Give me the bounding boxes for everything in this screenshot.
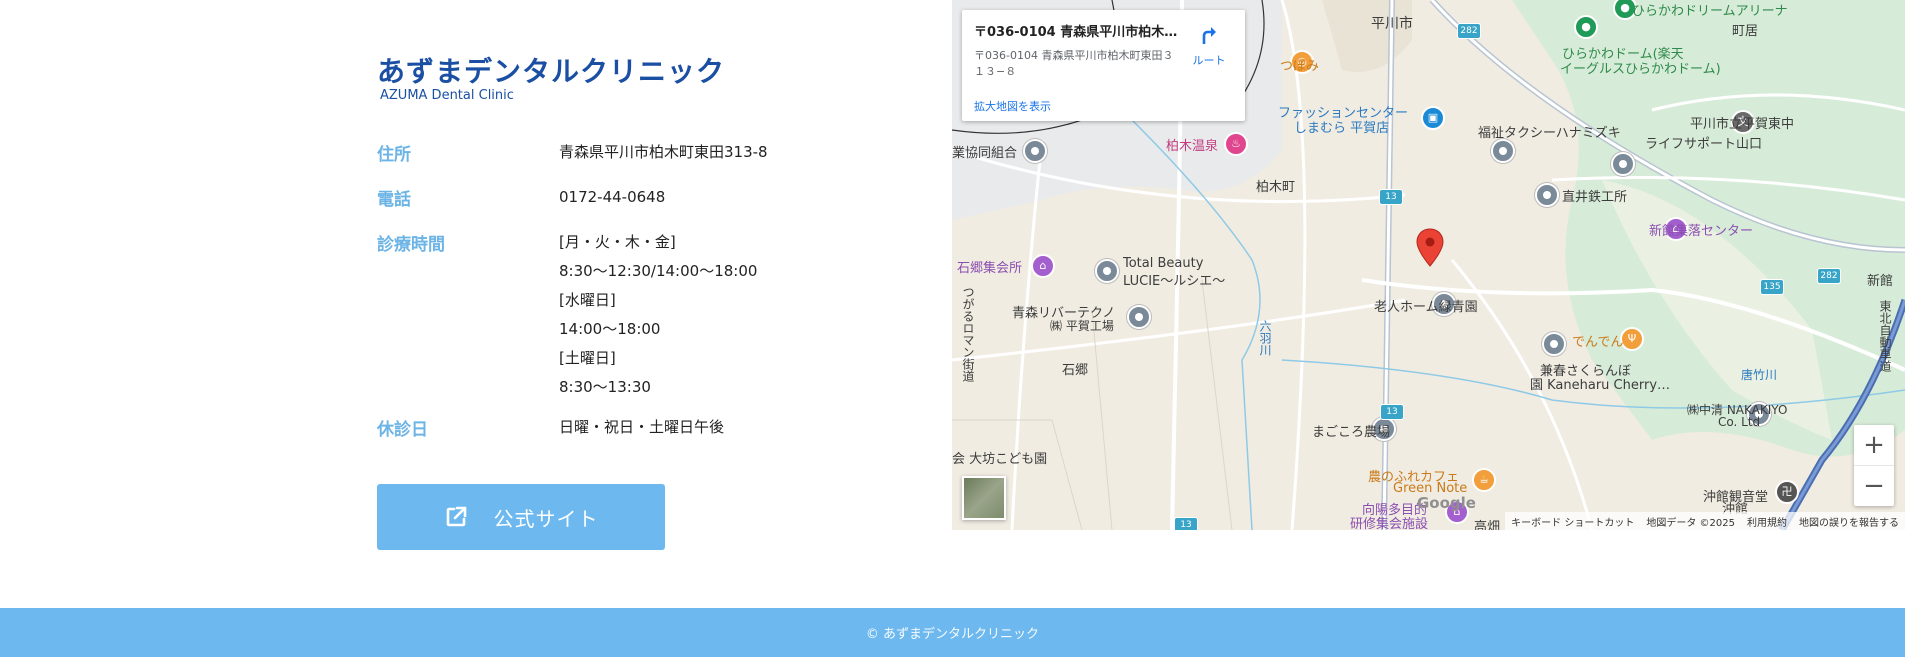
kaneharu-pin[interactable] bbox=[1542, 332, 1566, 356]
map-label: つがるロマン街道 bbox=[961, 286, 975, 382]
directions-button[interactable]: ルート bbox=[1184, 20, 1234, 70]
address-value: 青森県平川市柏木町東田313-8 bbox=[559, 143, 768, 161]
map-label: 東北自動車道 bbox=[1878, 300, 1892, 372]
place-address: 〒036-0104 青森県平川市柏木町東田３１３−８ bbox=[974, 49, 1174, 78]
hours-line: 8:30〜13:30 bbox=[559, 378, 651, 396]
aomori-river-pin[interactable] bbox=[1127, 305, 1151, 329]
hours-label: 診療時間 bbox=[377, 235, 445, 255]
official-site-label: 公式サイト bbox=[493, 506, 599, 531]
map-label: 石郷 bbox=[1062, 363, 1089, 378]
place-info-card: 〒036-0104 青森県平川市柏木町東田 〒036-0104 青森県平川市柏木… bbox=[962, 10, 1245, 121]
route-13-shield: 13 bbox=[1379, 189, 1403, 205]
map-label: 高畑 bbox=[1474, 520, 1501, 530]
map-label: まごころ農場 bbox=[1312, 425, 1391, 440]
official-site-button[interactable]: 公式サイト bbox=[377, 484, 665, 550]
google-logo: Google bbox=[1417, 494, 1476, 512]
closed-days-label: 休診日 bbox=[377, 420, 428, 440]
route-13-shield: 13 bbox=[1174, 517, 1198, 530]
keyboard-shortcuts-link[interactable]: キーボード ショートカット bbox=[1511, 514, 1634, 529]
ishigo-hall-pin[interactable]: ⌂ bbox=[1031, 254, 1055, 278]
kyodo-kumiai-pin[interactable] bbox=[1023, 139, 1047, 163]
hours-line: [月・火・木・金] bbox=[559, 233, 676, 251]
fukushi-taxi-pin[interactable] bbox=[1491, 139, 1515, 163]
map-label: ライフサポート山口 bbox=[1645, 137, 1763, 152]
phone-row: 電話 0172-44-0648 bbox=[377, 185, 797, 215]
total-beauty-pin[interactable] bbox=[1095, 259, 1119, 283]
shopping-bag-icon[interactable]: ▣ bbox=[1421, 106, 1445, 130]
address-row: 住所 青森県平川市柏木町東田313-8 bbox=[377, 140, 797, 170]
hours-value: [月・火・木・金] 8:30〜12:30/14:00〜18:00 [水曜日] 1… bbox=[559, 228, 757, 402]
directions-icon bbox=[1202, 27, 1216, 44]
map-label: LUCIE〜ルシエ〜 bbox=[1123, 274, 1226, 289]
route-135-shield: 135 bbox=[1760, 279, 1784, 295]
report-error-link[interactable]: 地図の誤りを報告する bbox=[1799, 514, 1899, 529]
logo-english-text: AZUMA Dental Clinic bbox=[380, 88, 514, 103]
map-label: 柏木町 bbox=[1256, 180, 1296, 195]
map-label: 新館 bbox=[1867, 274, 1894, 289]
closed-days-row: 休診日 日曜・祝日・土曜日午後 bbox=[377, 415, 797, 445]
restaurant-icon[interactable]: Ψ bbox=[1620, 327, 1644, 351]
map-label: Total Beauty bbox=[1123, 256, 1204, 271]
clinic-info-section: あずまデンタルクリニック AZUMA Dental Clinic 住所 青森県平… bbox=[0, 0, 952, 607]
naoi-tekko-pin[interactable] bbox=[1535, 183, 1559, 207]
hours-line: [土曜日] bbox=[559, 349, 616, 367]
map-label: 福祉タクシーハナミズキ bbox=[1478, 126, 1621, 141]
map-label: 平川市立平賀東中 bbox=[1690, 117, 1795, 132]
map-label: 町居 bbox=[1732, 24, 1759, 39]
satellite-toggle-button[interactable] bbox=[962, 476, 1006, 520]
temple-icon[interactable]: 卍 bbox=[1775, 480, 1799, 504]
hot-spring-icon[interactable]: ♨ bbox=[1224, 132, 1248, 156]
logo-japanese-text: あずまデンタルクリニック bbox=[377, 55, 726, 88]
zoom-controls: + − bbox=[1854, 425, 1894, 506]
map-label: ㈱ 平賀工場 bbox=[1050, 319, 1114, 333]
life-support-pin[interactable] bbox=[1611, 152, 1635, 176]
route-13-shield: 13 bbox=[1380, 404, 1404, 420]
page-footer: © あずまデンタルクリニック bbox=[0, 608, 1905, 657]
cafe-icon[interactable]: ☕ bbox=[1472, 468, 1496, 492]
dome-pin[interactable]: ● bbox=[1574, 15, 1598, 39]
clinic-logo[interactable]: あずまデンタルクリニック AZUMA Dental Clinic bbox=[377, 55, 726, 108]
terms-link[interactable]: 利用規約 bbox=[1747, 514, 1787, 529]
copyright-text: © あずまデンタルクリニック bbox=[865, 627, 1040, 642]
map-label: 研修集会施設 bbox=[1350, 517, 1429, 530]
map-label: 直井鉄工所 bbox=[1562, 190, 1628, 205]
enlarge-map-link[interactable]: 拡大地図を表示 bbox=[974, 98, 1051, 114]
map-label: 六羽川 bbox=[1258, 320, 1272, 356]
map-label: ひらかわドリームアリーナ bbox=[1632, 4, 1788, 19]
map-label: つぼみ bbox=[1280, 59, 1320, 74]
map-label: イーグルスひらかわドーム) bbox=[1560, 62, 1721, 77]
closed-days-value: 日曜・祝日・土曜日午後 bbox=[559, 418, 725, 436]
place-title: 〒036-0104 青森県平川市柏木町東田 bbox=[974, 25, 1179, 40]
map-label: 唐竹川 bbox=[1741, 368, 1778, 382]
map-label: 平川市 bbox=[1371, 16, 1413, 32]
map-label: 柏木温泉 bbox=[1166, 139, 1219, 154]
map-label: Co. Ltd bbox=[1718, 415, 1761, 429]
phone-value: 0172-44-0648 bbox=[559, 188, 666, 206]
map-label: 会 大坊こども園 bbox=[952, 452, 1048, 467]
map-label: 老人ホーム緑青園 bbox=[1374, 300, 1478, 315]
google-map[interactable]: ◎ ▣ ♨ ⌂ ⌂ 文 Ψ ☕ ⌂ 卍 ● ● 282 13 13 13 135… bbox=[952, 0, 1905, 530]
map-label: 業協同組合 bbox=[952, 146, 1018, 161]
zoom-out-button[interactable]: − bbox=[1854, 466, 1894, 506]
map-label: 石郷集会所 bbox=[957, 261, 1023, 276]
map-label: 園 Kaneharu Cherry… bbox=[1530, 378, 1671, 393]
map-attribution-bar: キーボード ショートカット 地図データ ©2025 利用規約 地図の誤りを報告す… bbox=[1505, 512, 1905, 530]
external-link-icon bbox=[446, 506, 466, 527]
zoom-in-button[interactable]: + bbox=[1854, 425, 1894, 465]
map-label: 新館集落センター bbox=[1649, 224, 1754, 239]
route-282-shield: 282 bbox=[1457, 23, 1481, 39]
map-data-text: 地図データ ©2025 bbox=[1646, 517, 1735, 529]
hours-line: 8:30〜12:30/14:00〜18:00 bbox=[559, 262, 758, 280]
phone-label: 電話 bbox=[377, 190, 411, 210]
hours-line: 14:00〜18:00 bbox=[559, 320, 661, 338]
map-label: しまむら 平賀店 bbox=[1294, 121, 1390, 136]
hours-line: [水曜日] bbox=[559, 291, 616, 309]
directions-label: ルート bbox=[1192, 54, 1226, 67]
map-label: でんでん bbox=[1572, 335, 1624, 350]
hours-row: 診療時間 [月・火・木・金] 8:30〜12:30/14:00〜18:00 [水… bbox=[377, 230, 797, 400]
route-282-shield: 282 bbox=[1817, 268, 1841, 284]
address-label: 住所 bbox=[377, 145, 411, 165]
clinic-location-marker[interactable] bbox=[1415, 228, 1445, 268]
